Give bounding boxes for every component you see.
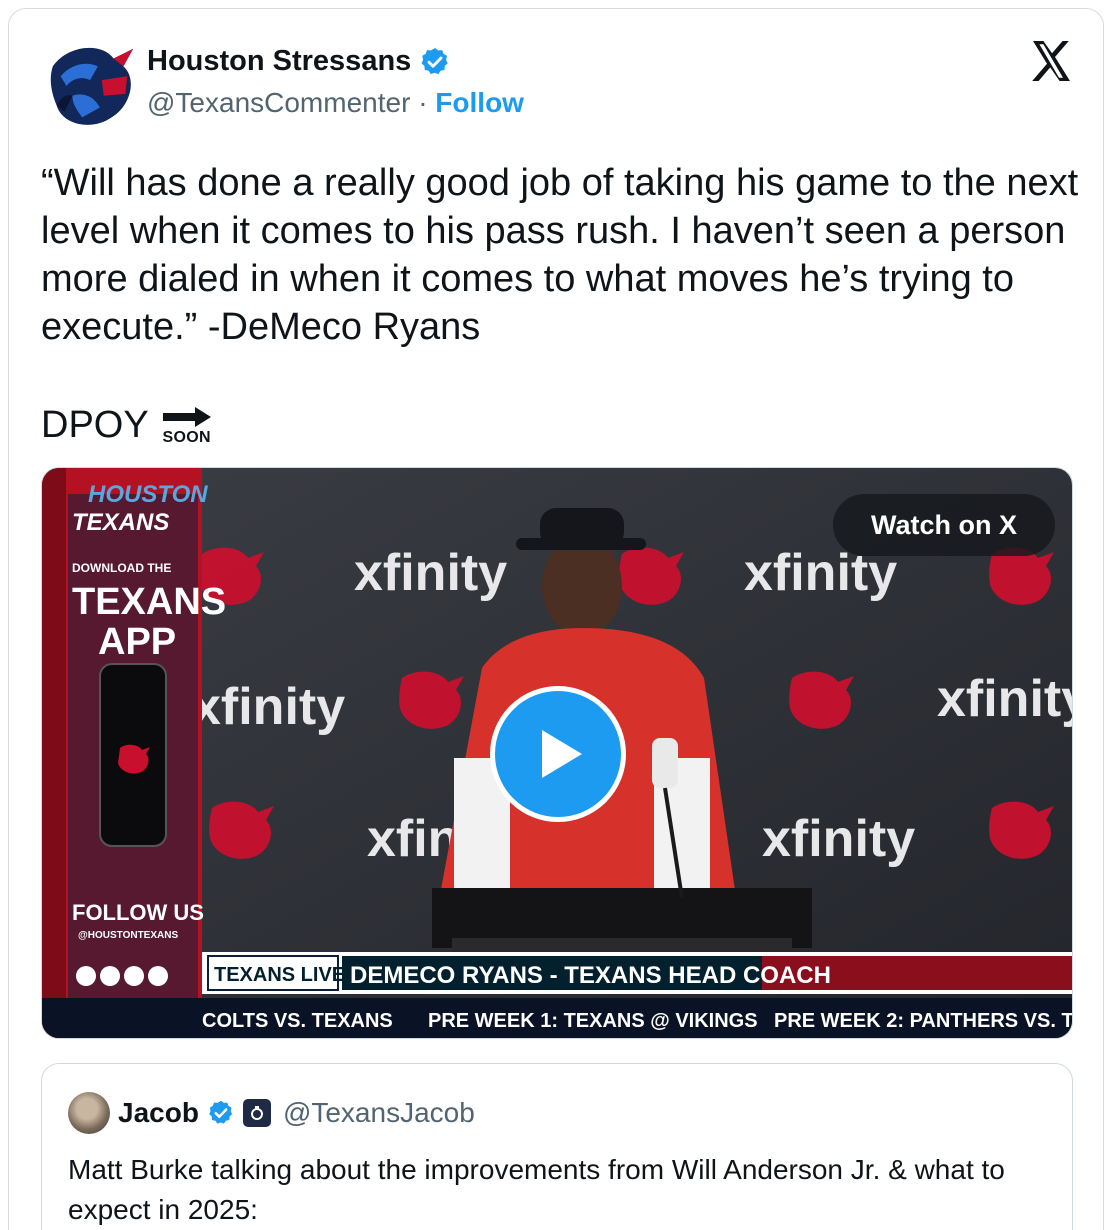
sponsor-logo-text: xfinity xyxy=(937,670,1073,728)
verified-badge-icon xyxy=(209,1100,233,1124)
sidebar-download-line: DOWNLOAD THE xyxy=(72,561,171,575)
sidebar-social-handle: @HOUSTONTEXANS xyxy=(78,930,178,941)
soon-arrow-emoji: SOON xyxy=(161,405,213,447)
display-name[interactable]: Houston Stressans xyxy=(147,45,411,78)
sidebar-team-top: HOUSTON xyxy=(88,481,208,508)
soon-arrow-icon xyxy=(162,407,211,427)
tweet-text: “Will has done a really good job of taki… xyxy=(41,162,1079,348)
dpoy-text: DPOY xyxy=(41,404,149,446)
soon-label: SOON xyxy=(162,429,211,446)
verified-badge-icon xyxy=(421,47,448,74)
play-icon xyxy=(542,730,582,778)
quoted-tweet[interactable]: Jacob @TexansJacob Matt Burke talking ab… xyxy=(41,1063,1073,1230)
watch-on-x-button[interactable]: Watch on X xyxy=(833,494,1055,556)
lower-third-live-label: TEXANS LIVE xyxy=(214,964,345,986)
lower-third-headline: DEMECO RYANS - TEXANS HEAD COACH xyxy=(350,962,831,989)
handle-separator: · xyxy=(418,87,428,118)
profile-avatar[interactable] xyxy=(43,37,141,135)
quoted-text: Matt Burke talking about the improvement… xyxy=(68,1154,1005,1225)
author-handle[interactable]: @TexansCommenter xyxy=(147,87,410,118)
ticker-item: PRE WEEK 2: PANTHERS VS. TEXA xyxy=(774,1010,1073,1032)
x-logo-icon[interactable] xyxy=(1027,37,1075,85)
sponsor-logo-text: xfinity xyxy=(762,810,915,868)
sidebar-team-bottom: TEXANS xyxy=(72,509,169,536)
play-button[interactable] xyxy=(490,686,626,822)
quoted-avatar[interactable] xyxy=(68,1092,110,1134)
quoted-handle[interactable]: @TexansJacob xyxy=(283,1097,475,1129)
sidebar-follow-us: FOLLOW US xyxy=(72,900,204,925)
affiliate-badge-icon xyxy=(242,1099,271,1127)
sidebar-app-title-1: TEXANS xyxy=(72,581,226,623)
ticker-item: COLTS VS. TEXANS xyxy=(202,1010,393,1032)
video-player[interactable]: xfinity xfinity xfinity xfinity xfinity … xyxy=(41,467,1073,1039)
follow-button[interactable]: Follow xyxy=(435,87,524,118)
sponsor-logo-text: xfinity xyxy=(192,678,345,736)
quoted-display-name[interactable]: Jacob xyxy=(118,1097,199,1129)
sponsor-logo-text: xfinity xyxy=(354,544,507,602)
ticker-item: PRE WEEK 1: TEXANS @ VIKINGS xyxy=(428,1010,758,1032)
tweet-card[interactable]: Houston Stressans @TexansCommenter · Fol… xyxy=(8,8,1104,1230)
sidebar-app-title-2: APP xyxy=(98,621,176,663)
